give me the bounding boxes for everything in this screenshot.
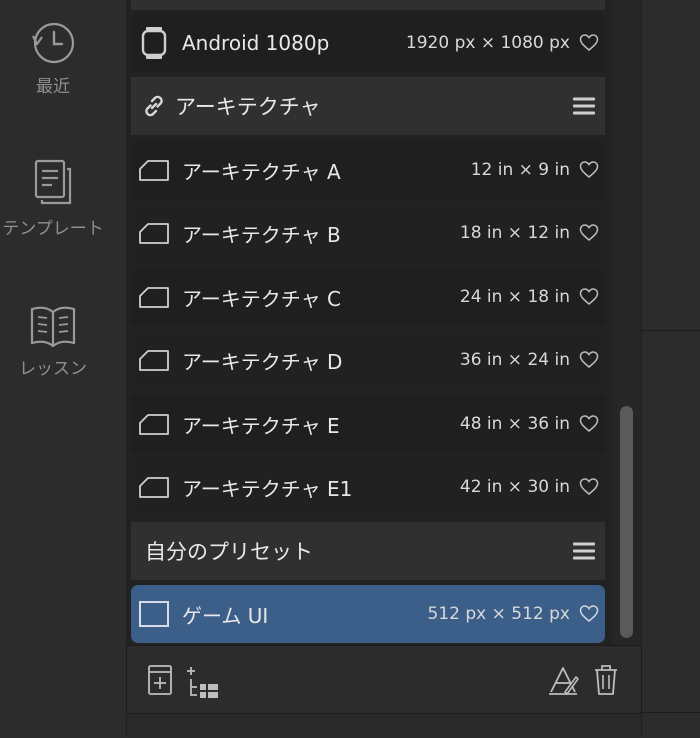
template-document-icon	[34, 159, 72, 205]
preset-name: アーキテクチャ B	[182, 222, 341, 247]
new-group-icon[interactable]	[185, 666, 221, 700]
trash-icon[interactable]	[593, 664, 619, 696]
nav-templates-label: テンプレート	[2, 219, 104, 239]
heart-icon[interactable]	[579, 33, 599, 53]
preset-name: アーキテクチャ E	[182, 413, 340, 438]
square-canvas-icon	[137, 599, 171, 629]
preset-row-architecture-e[interactable]: アーキテクチャ E 48 in × 36 in	[131, 395, 605, 453]
heart-icon[interactable]	[579, 287, 599, 307]
preset-size: 12 in × 9 in	[470, 160, 570, 180]
history-clock-icon	[32, 22, 75, 64]
preset-row-architecture-e1[interactable]: アーキテクチャ E1 42 in × 30 in	[131, 458, 605, 516]
heart-icon[interactable]	[579, 414, 599, 434]
smartwatch-icon	[137, 27, 171, 59]
preset-row-architecture-d[interactable]: アーキテクチャ D 36 in × 24 in	[131, 331, 605, 389]
nav-templates[interactable]: テンプレート	[0, 158, 106, 239]
rename-icon[interactable]	[547, 664, 579, 696]
group-header-my-presets[interactable]: 自分のプリセット	[131, 522, 605, 580]
preset-row-architecture-c[interactable]: アーキテクチャ C 24 in × 18 in	[131, 268, 605, 326]
preset-name: アーキテクチャ C	[182, 286, 341, 311]
scrollbar-track[interactable]	[612, 0, 641, 645]
group-header-architecture[interactable]: アーキテクチャ	[131, 77, 605, 135]
preset-size: 42 in × 30 in	[459, 477, 570, 497]
heart-icon[interactable]	[579, 477, 599, 497]
preset-name: アーキテクチャ E1	[182, 476, 353, 501]
preset-name: アーキテクチャ A	[182, 159, 341, 184]
paper-sheet-icon	[137, 472, 171, 502]
heart-icon[interactable]	[579, 604, 599, 624]
presets-list: Android 1080p 1920 px × 1080 px アーキテクチャ …	[127, 0, 612, 645]
preset-size: 36 in × 24 in	[459, 350, 570, 370]
heart-icon[interactable]	[579, 223, 599, 243]
link-icon	[145, 95, 163, 117]
book-icon	[30, 306, 76, 348]
preset-size: 512 px × 512 px	[427, 604, 570, 624]
divider	[642, 330, 700, 331]
preset-name: アーキテクチャ D	[182, 349, 343, 374]
paper-sheet-icon	[137, 345, 171, 375]
paper-sheet-icon	[137, 155, 171, 185]
preset-size: 1920 px × 1080 px	[405, 33, 570, 53]
heart-icon[interactable]	[579, 350, 599, 370]
preset-row-android-1080p[interactable]: Android 1080p 1920 px × 1080 px	[131, 14, 605, 72]
preset-size: 18 in × 12 in	[459, 223, 570, 243]
heart-icon[interactable]	[579, 160, 599, 180]
nav-rail: 最近 テンプレート レッスン	[0, 0, 127, 737]
nav-lessons[interactable]: レッスン	[0, 302, 106, 379]
preset-name: Android 1080p	[182, 31, 330, 55]
hamburger-menu-icon[interactable]	[573, 94, 595, 119]
presets-toolbar	[127, 645, 641, 714]
preset-size: 48 in × 36 in	[459, 414, 570, 434]
paper-sheet-icon	[137, 282, 171, 312]
scrollbar-thumb[interactable]	[620, 406, 633, 638]
preset-row-game-ui[interactable]: ゲーム UI 512 px × 512 px	[131, 585, 605, 643]
preset-size: 24 in × 18 in	[459, 287, 570, 307]
nav-lessons-label: レッスン	[19, 359, 87, 379]
preset-row-architecture-b[interactable]: アーキテクチャ B 18 in × 12 in	[131, 204, 605, 262]
nav-recent[interactable]: 最近	[0, 18, 106, 97]
group-title: アーキテクチャ	[175, 95, 321, 119]
divider	[642, 712, 700, 713]
preset-name: ゲーム UI	[182, 603, 269, 628]
right-panel	[641, 0, 700, 737]
paper-sheet-icon	[137, 409, 171, 439]
nav-recent-label: 最近	[36, 77, 70, 97]
new-preset-icon[interactable]	[147, 664, 173, 696]
group-header-partial	[131, 0, 605, 10]
preset-row-architecture-a[interactable]: アーキテクチャ A 12 in × 9 in	[131, 141, 605, 199]
hamburger-menu-icon[interactable]	[573, 539, 595, 564]
paper-sheet-icon	[137, 218, 171, 248]
group-title: 自分のプリセット	[145, 540, 313, 564]
status-bar	[127, 713, 641, 738]
